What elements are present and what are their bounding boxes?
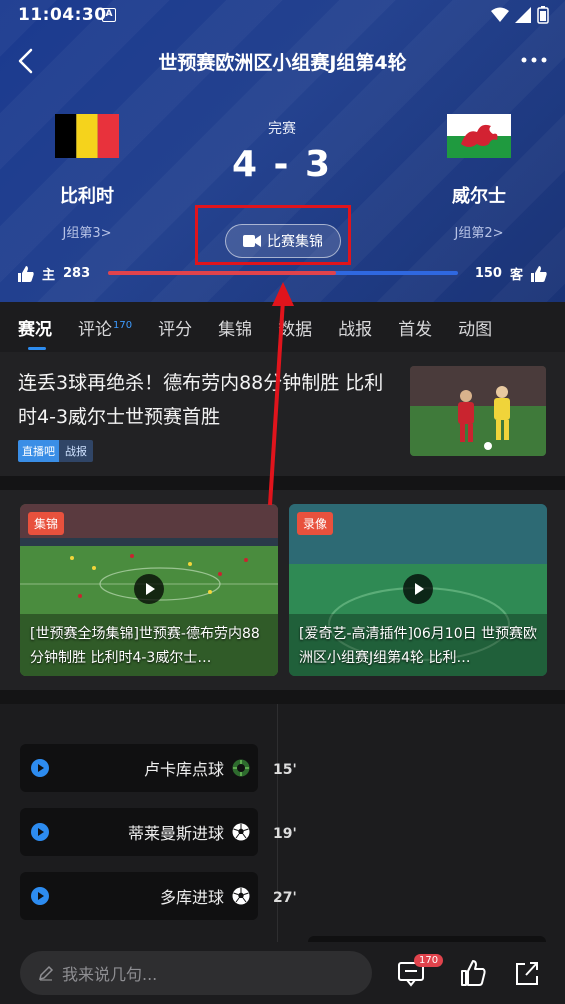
play-circle-icon[interactable] — [31, 887, 49, 905]
news-title: 连丢3球再绝杀！德布劳内88分钟制胜 比利时4-3威尔士世预赛首胜 — [18, 372, 384, 428]
home-likes-count: 283 — [63, 266, 91, 281]
comments-count-badge: 170 — [113, 319, 133, 331]
event-minute: 27' — [273, 890, 297, 906]
annotation-highlight-box — [195, 205, 351, 265]
section-divider — [0, 476, 565, 490]
video-badge: 集锦 — [28, 512, 65, 535]
top-bar: 世预赛欧洲区小组赛J组第4轮 — [0, 40, 565, 82]
video-cards: 集锦 [世预赛全场集锦]世预赛-德布劳内88分钟制胜 比利时4-3威尔士… 录像… — [0, 490, 565, 690]
tab-stats[interactable]: 数据 — [278, 315, 312, 340]
support-bar — [108, 271, 458, 275]
event-item[interactable]: 多库进球 — [20, 872, 258, 920]
tab-comments[interactable]: 评论170 — [78, 315, 132, 340]
news-source-tag: 直播吧 — [18, 440, 59, 462]
tab-highlights[interactable]: 集锦 — [218, 315, 252, 340]
page-title: 世预赛欧洲区小组赛J组第4轮 — [158, 52, 407, 74]
match-score: 4 - 3 — [231, 144, 333, 185]
event-minute: 15' — [273, 762, 297, 778]
tab-gifs[interactable]: 动图 — [458, 315, 492, 340]
event-item[interactable]: 卢卡库点球 — [20, 744, 258, 792]
away-thumbs-label: 客 — [509, 268, 523, 283]
share-icon[interactable] — [512, 958, 542, 988]
home-support-fill — [108, 271, 336, 275]
video-badge: 录像 — [297, 512, 334, 535]
tab-ratings[interactable]: 评分 — [158, 315, 192, 340]
status-time: 11:04:30 — [18, 5, 107, 25]
wales-flag-icon — [447, 114, 511, 158]
wifi-icon — [491, 7, 509, 22]
comment-placeholder: 我来说几句... — [62, 965, 158, 984]
away-likes-count: 150 — [474, 266, 502, 281]
home-team[interactable]: 比利时 J组第3> — [22, 114, 152, 241]
comment-count-badge: 170 — [414, 954, 444, 967]
tab-report[interactable]: 战报 — [338, 315, 372, 340]
section-divider — [0, 690, 565, 704]
home-likes[interactable]: 主 283 — [18, 264, 90, 283]
video-card-replay[interactable]: 录像 [爱奇艺-高清插件]06月10日 世预赛欧洲区小组赛J组第4轮 比利… — [289, 504, 547, 676]
home-team-name: 比利时 — [60, 186, 114, 207]
away-team-rank-link[interactable]: J组第2> — [414, 222, 544, 241]
battery-icon — [537, 6, 549, 24]
status-bar: 11:04:30 A — [0, 0, 565, 32]
away-likes[interactable]: 150 客 — [475, 264, 547, 283]
notification-a-icon: A — [102, 8, 116, 22]
pencil-icon — [38, 965, 54, 981]
news-thumbnail — [410, 366, 546, 456]
play-circle-icon[interactable] — [31, 823, 49, 841]
tab-bar: 赛况 评论170 评分 集锦 数据 战报 首发 动图 — [0, 302, 565, 352]
away-team[interactable]: 威尔士 J组第2> — [414, 114, 544, 241]
video-title: [爱奇艺-高清插件]06月10日 世预赛欧洲区小组赛J组第4轮 比利… — [299, 626, 538, 666]
tab-lineup[interactable]: 首发 — [398, 315, 432, 340]
thumbs-up-icon[interactable] — [458, 958, 488, 988]
soccer-ball-icon — [232, 823, 250, 841]
bottom-bar: 我来说几句... 170 — [0, 942, 565, 1004]
event-name: 多库进球 — [159, 888, 224, 907]
video-title: [世预赛全场集锦]世预赛-德布劳内88分钟制胜 比利时4-3威尔士… — [30, 626, 260, 666]
penalty-icon — [232, 759, 250, 777]
event-item[interactable]: 蒂莱曼斯进球 — [20, 808, 258, 856]
play-circle-icon[interactable] — [31, 759, 49, 777]
match-status: 完赛 — [268, 121, 296, 137]
event-minute: 19' — [273, 826, 297, 842]
more-options-icon[interactable] — [519, 48, 549, 72]
video-card-highlights[interactable]: 集锦 [世预赛全场集锦]世预赛-德布劳内88分钟制胜 比利时4-3威尔士… — [20, 504, 278, 676]
score-panel: 完赛 4 - 3 — [182, 118, 382, 185]
thumbs-up-icon — [531, 265, 547, 282]
belgium-flag-icon — [55, 114, 119, 158]
signal-icon — [515, 7, 531, 23]
event-name: 蒂莱曼斯进球 — [127, 824, 224, 843]
home-team-rank-link[interactable]: J组第3> — [22, 222, 152, 241]
tab-live[interactable]: 赛况 — [18, 315, 52, 350]
news-item[interactable]: 连丢3球再绝杀！德布劳内88分钟制胜 比利时4-3威尔士世预赛首胜 直播吧 战报 — [0, 352, 565, 476]
play-icon[interactable] — [134, 574, 164, 604]
soccer-ball-icon — [232, 887, 250, 905]
play-icon[interactable] — [403, 574, 433, 604]
comment-input[interactable]: 我来说几句... — [20, 951, 372, 995]
news-type-tag: 战报 — [59, 440, 93, 462]
home-thumbs-label: 主 — [42, 268, 56, 283]
event-name: 卢卡库点球 — [143, 760, 224, 779]
news-tags: 直播吧 战报 — [18, 440, 93, 462]
away-team-name: 威尔士 — [452, 186, 506, 207]
thumbs-up-icon — [18, 265, 34, 282]
status-icons — [491, 6, 549, 24]
